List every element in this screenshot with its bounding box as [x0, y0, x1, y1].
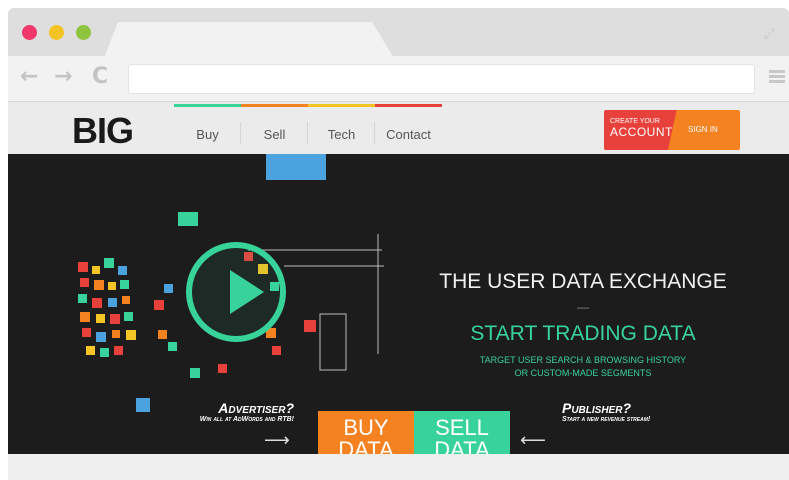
nav-label: Contact [386, 127, 431, 142]
pin-icon [100, 348, 109, 357]
pin-icon [168, 342, 177, 351]
bird-icon [266, 154, 326, 180]
advertiser-title: Advertiser? [218, 400, 294, 416]
hero-subtitle: START TRADING DATA [470, 322, 696, 345]
site-logo[interactable]: BIG [72, 110, 134, 152]
arrow-left-icon: ⟵ [520, 430, 546, 451]
nav-accent-bar [375, 104, 442, 107]
hero-divider: — [577, 300, 589, 314]
pin-icon [124, 312, 133, 321]
bird-icon [118, 266, 127, 275]
nav-accent-bar [241, 104, 308, 107]
star-icon [86, 346, 95, 355]
nav-contact[interactable]: Contact [375, 102, 442, 154]
star-icon [126, 330, 136, 340]
account-cta: CREATE YOUR ACCOUNT SIGN IN [604, 110, 740, 150]
wifi-icon [122, 296, 130, 304]
wifi-icon [80, 312, 90, 322]
wifi-icon [158, 330, 167, 339]
sign-in-label: SIGN IN [688, 125, 718, 134]
bird-icon [164, 284, 173, 293]
pin-icon [78, 294, 87, 303]
play-icon [230, 270, 264, 314]
heart-icon [154, 300, 164, 310]
hero-description: TARGET USER SEARCH & BROWSING HISTORY OR… [418, 354, 748, 380]
bird-icon [96, 332, 106, 342]
content-area [8, 454, 789, 480]
nav-tech[interactable]: Tech [308, 102, 375, 154]
mail-icon [304, 320, 316, 332]
nav-accent-bar [174, 104, 241, 107]
star-icon [92, 266, 100, 274]
nav-accent-bar [308, 104, 375, 107]
nav-label: Tech [327, 127, 356, 142]
heart-icon [114, 346, 123, 355]
mail-icon [80, 278, 89, 287]
nav-label: Sell [263, 127, 286, 142]
arrow-right-icon: ⟶ [264, 430, 290, 451]
mail-icon [82, 328, 91, 337]
publisher-callout: Publisher? Start a new revenue stream! [562, 400, 762, 423]
nav-label: Buy [196, 127, 219, 142]
publisher-subtitle: Start a new revenue stream! [562, 416, 651, 423]
sign-in-button[interactable]: SIGN IN [668, 110, 740, 150]
nav-buy[interactable]: Buy [174, 102, 241, 154]
wifi-icon [94, 280, 104, 290]
publisher-title: Publisher? [562, 400, 632, 416]
hero-description-line: OR CUSTOM-MADE SEGMENTS [514, 368, 652, 378]
mail-icon [178, 212, 198, 226]
pin-icon [120, 280, 129, 289]
bird-icon [108, 298, 117, 307]
star-icon [108, 282, 116, 290]
heart-icon [78, 262, 88, 272]
create-account-small-label: CREATE YOUR [610, 118, 660, 125]
main-nav: Buy Sell Tech Contact [174, 102, 442, 154]
mail-icon [272, 346, 281, 355]
star-icon [96, 314, 105, 323]
hero-description-line: TARGET USER SEARCH & BROWSING HISTORY [479, 355, 687, 365]
heart-icon [218, 364, 227, 373]
hero-title: THE USER DATA EXCHANGE [439, 270, 727, 293]
heart-icon [92, 298, 102, 308]
advertiser-callout: Advertiser? Win all at AdWords and RTB! [94, 400, 294, 423]
heart-icon [110, 314, 120, 324]
nav-sell[interactable]: Sell [241, 102, 308, 154]
advertiser-subtitle: Win all at AdWords and RTB! [199, 416, 294, 423]
key-icon [190, 368, 200, 378]
pin-icon [104, 258, 114, 268]
wifi-icon [112, 330, 120, 338]
